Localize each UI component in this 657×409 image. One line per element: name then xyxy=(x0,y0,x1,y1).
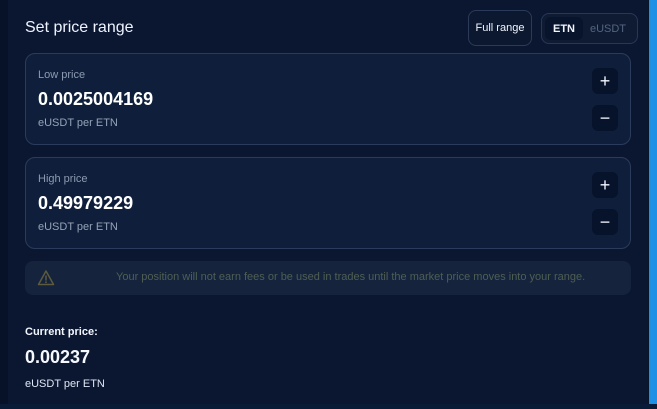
low-price-card: Low price 0.0025004169 eUSDT per ETN + − xyxy=(25,53,631,145)
high-price-unit: eUSDT per ETN xyxy=(38,221,118,233)
out-of-range-warning: Your position will not earn fees or be u… xyxy=(25,261,631,295)
bottom-divider xyxy=(0,404,657,409)
low-price-unit: eUSDT per ETN xyxy=(38,117,118,129)
high-price-label: High price xyxy=(38,173,88,185)
current-price-label: Current price: xyxy=(25,326,98,338)
low-price-decrease-button[interactable]: − xyxy=(592,105,618,131)
warning-text: Your position will not earn fees or be u… xyxy=(116,271,586,283)
current-price-unit: eUSDT per ETN xyxy=(25,378,105,390)
plus-icon: + xyxy=(599,71,611,91)
warning-triangle-icon xyxy=(37,270,55,286)
token-toggle-eusdt[interactable]: eUSDT xyxy=(583,17,633,40)
left-edge-strip xyxy=(0,0,8,409)
high-price-card: High price 0.49979229 eUSDT per ETN + − xyxy=(25,157,631,249)
minus-icon: − xyxy=(599,108,611,128)
high-price-increase-button[interactable]: + xyxy=(592,172,618,198)
minus-icon: − xyxy=(599,212,611,232)
page-title: Set price range xyxy=(25,19,134,36)
token-toggle-etn[interactable]: ETN xyxy=(545,17,583,40)
high-price-decrease-button[interactable]: − xyxy=(592,209,618,235)
low-price-increase-button[interactable]: + xyxy=(592,68,618,94)
high-price-value[interactable]: 0.49979229 xyxy=(38,193,133,214)
low-price-value[interactable]: 0.0025004169 xyxy=(38,89,153,110)
plus-icon: + xyxy=(599,175,611,195)
token-toggle[interactable]: ETN eUSDT xyxy=(541,13,638,44)
current-price-value: 0.00237 xyxy=(25,347,91,367)
full-range-button[interactable]: Full range xyxy=(468,10,532,46)
right-accent-strip xyxy=(649,0,657,409)
low-price-label: Low price xyxy=(38,69,86,81)
